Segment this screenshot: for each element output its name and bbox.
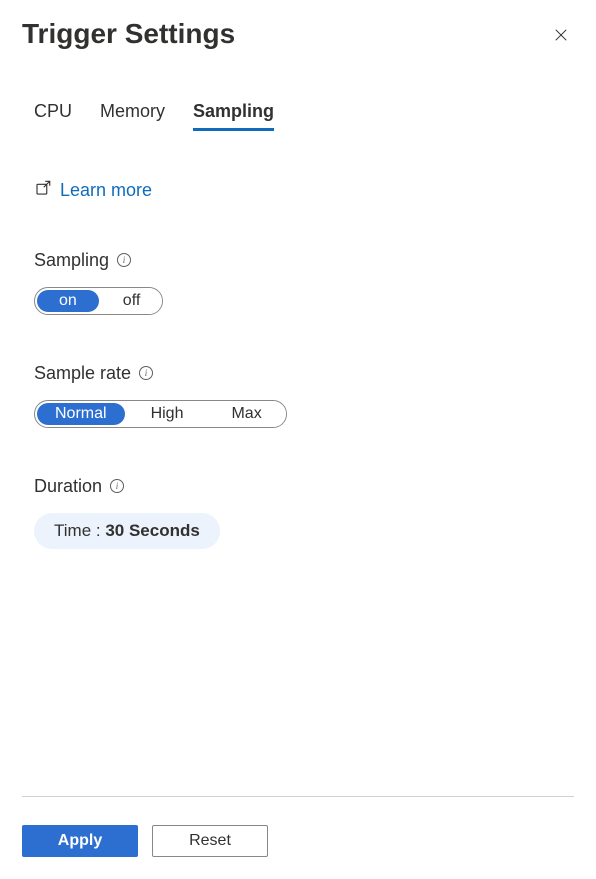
sampling-toggle: on off (34, 287, 163, 315)
learn-more-link[interactable]: Learn more (60, 180, 152, 201)
info-icon[interactable]: i (139, 366, 153, 380)
page-title: Trigger Settings (22, 18, 235, 50)
close-icon (552, 26, 570, 49)
tab-bar: CPU Memory Sampling (34, 101, 574, 131)
sample-rate-option-high[interactable]: High (127, 401, 208, 427)
apply-button[interactable]: Apply (22, 825, 138, 857)
duration-value: 30 Seconds (105, 521, 200, 540)
footer-divider (22, 796, 574, 797)
close-button[interactable] (548, 22, 574, 53)
reset-button[interactable]: Reset (152, 825, 268, 857)
external-link-icon (34, 179, 52, 202)
duration-chip[interactable]: Time : 30 Seconds (34, 513, 220, 549)
info-icon[interactable]: i (117, 253, 131, 267)
sampling-label: Sampling (34, 250, 109, 271)
info-icon[interactable]: i (110, 479, 124, 493)
sampling-option-on[interactable]: on (37, 290, 99, 312)
sample-rate-toggle: Normal High Max (34, 400, 287, 428)
tab-sampling[interactable]: Sampling (193, 101, 274, 131)
sample-rate-option-normal[interactable]: Normal (37, 403, 125, 425)
tab-cpu[interactable]: CPU (34, 101, 72, 131)
tab-memory[interactable]: Memory (100, 101, 165, 131)
sample-rate-option-max[interactable]: Max (207, 401, 285, 427)
sample-rate-label: Sample rate (34, 363, 131, 384)
duration-label: Duration (34, 476, 102, 497)
sampling-option-off[interactable]: off (101, 288, 163, 314)
duration-prefix: Time : (54, 521, 105, 540)
